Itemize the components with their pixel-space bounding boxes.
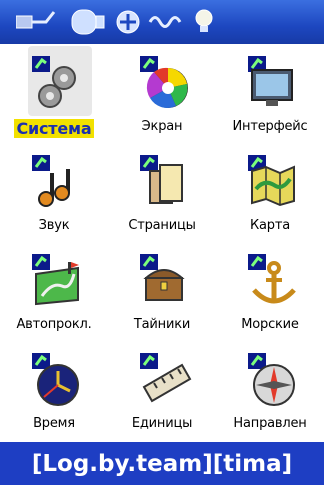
status-icons [16, 9, 213, 35]
anchor-icon [248, 254, 296, 304]
map-icon [248, 155, 295, 207]
menu-item-label: Время [33, 416, 75, 431]
menu-item-label: Система [14, 119, 94, 138]
pages-icon [140, 155, 183, 204]
backlight-bulb-icon [195, 9, 213, 32]
menu-grid: Система Экран Интерфейс Звук Страницы Ка… [0, 44, 324, 442]
menu-item-autoroute[interactable]: Автопрокл. [0, 242, 108, 341]
menu-item-label: Звук [38, 218, 70, 233]
menu-item-interface[interactable]: Интерфейс [216, 44, 324, 143]
menu-item-label: Направлен [233, 416, 307, 431]
menu-item-label: Карта [250, 218, 290, 233]
usb-cable-icon [16, 11, 56, 29]
gears-icon [32, 56, 76, 108]
menu-item-screen[interactable]: Экран [108, 44, 216, 143]
menu-item-caches[interactable]: Тайники [108, 242, 216, 341]
monitor-icon [248, 56, 293, 106]
menu-item-label: Тайники [133, 317, 191, 332]
clock-icon [32, 353, 79, 406]
color-wheel-icon [140, 56, 188, 108]
menu-item-heading[interactable]: Направлен [216, 341, 324, 440]
menu-item-pages[interactable]: Страницы [108, 143, 216, 242]
menu-item-system[interactable]: Система [0, 44, 108, 143]
route-map-icon [32, 254, 79, 306]
menu-item-sound[interactable]: Звук [0, 143, 108, 242]
menu-item-time[interactable]: Время [0, 341, 108, 440]
ruler-icon [140, 353, 192, 403]
menu-item-label: Интерфейс [232, 119, 308, 134]
footer-text: [Log.by.team][tima] [31, 450, 293, 477]
menu-item-label: Экран [141, 119, 183, 134]
footer-bar: [Log.by.team][tima] [0, 442, 324, 485]
menu-item-label: Морские [241, 317, 299, 332]
signal-wave-icon [148, 16, 182, 28]
menu-item-label: Единицы [131, 416, 193, 431]
menu-item-units[interactable]: Единицы [108, 341, 216, 440]
music-notes-icon [32, 155, 70, 207]
status-bar [0, 0, 324, 44]
menu-item-marine[interactable]: Морские [216, 242, 324, 341]
battery-icon [71, 9, 105, 35]
satellite-icon [116, 10, 140, 34]
menu-item-label: Страницы [128, 218, 196, 233]
compass-icon [248, 353, 295, 406]
menu-item-label: Автопрокл. [16, 317, 92, 332]
menu-item-map[interactable]: Карта [216, 143, 324, 242]
treasure-chest-icon [140, 254, 185, 301]
